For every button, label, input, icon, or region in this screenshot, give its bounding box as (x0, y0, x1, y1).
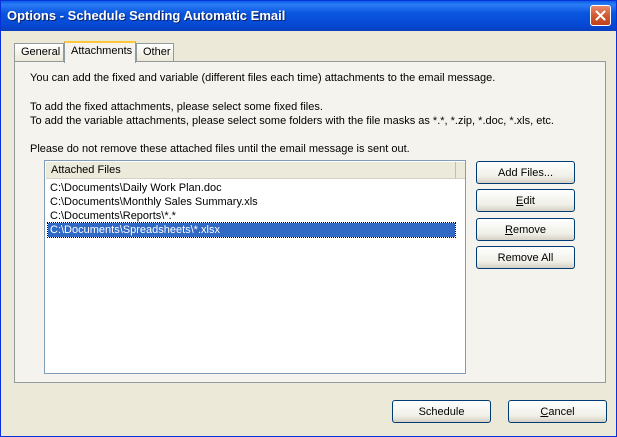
intro-text: You can add the fixed and variable (diff… (30, 72, 496, 84)
list-item-selected[interactable]: C:\Documents\Spreadsheets\*.xlsx (47, 222, 456, 238)
schedule-label: Schedule (418, 405, 465, 418)
remove-mnemonic: R (505, 223, 513, 236)
variable-attachments-hint: To add the variable attachments, please … (30, 115, 554, 127)
tab-attachments[interactable]: Attachments (64, 41, 136, 63)
edit-button[interactable]: Edit (476, 189, 575, 212)
edit-mnemonic: E (516, 194, 524, 207)
remove-button[interactable]: Remove (476, 218, 575, 241)
attached-files-header-label: Attached Files (51, 164, 121, 176)
title-bar[interactable]: Options - Schedule Sending Automatic Ema… (1, 1, 616, 31)
tab-other-label: Other (143, 46, 171, 58)
attached-files-column-header[interactable]: Attached Files (46, 162, 456, 179)
tab-strip: General Attachments Other (14, 41, 614, 63)
fixed-attachments-hint: To add the fixed attachments, please sel… (30, 101, 323, 113)
file-path: C:\Documents\Monthly Sales Summary.xls (50, 196, 258, 208)
list-item[interactable]: C:\Documents\Reports\*.* (48, 209, 455, 223)
remove-label: emove (512, 223, 546, 236)
tab-general[interactable]: General (14, 43, 64, 61)
window-title: Options - Schedule Sending Automatic Ema… (7, 8, 286, 23)
attached-files-list[interactable]: Attached Files C:\Documents\Daily Work P… (44, 160, 466, 374)
file-path: C:\Documents\Reports\*.* (50, 210, 176, 222)
column-header-filler (456, 162, 465, 179)
tab-other[interactable]: Other (136, 43, 174, 61)
add-files-label: Add Files... (497, 166, 554, 179)
remove-all-label: Remove All (497, 251, 554, 264)
options-dialog: Options - Schedule Sending Automatic Ema… (0, 0, 617, 437)
list-item[interactable]: C:\Documents\Daily Work Plan.doc (48, 181, 455, 195)
cancel-label: ancel (548, 405, 575, 418)
add-files-button[interactable]: Add Files... (476, 161, 575, 184)
close-button[interactable] (590, 5, 611, 26)
schedule-button[interactable]: Schedule (392, 400, 491, 423)
tab-attachments-label: Attachments (71, 45, 133, 57)
cancel-mnemonic: C (540, 405, 549, 418)
cancel-button[interactable]: Cancel (508, 400, 607, 423)
edit-label: dit (523, 194, 535, 207)
file-path: C:\Documents\Spreadsheets\*.xlsx (50, 224, 220, 236)
list-item[interactable]: C:\Documents\Monthly Sales Summary.xls (48, 195, 455, 209)
close-icon (595, 10, 606, 21)
remove-all-button[interactable]: Remove All (476, 246, 575, 269)
tab-general-label: General (21, 46, 61, 58)
removal-warning: Please do not remove these attached file… (30, 143, 410, 155)
file-path: C:\Documents\Daily Work Plan.doc (50, 182, 222, 194)
